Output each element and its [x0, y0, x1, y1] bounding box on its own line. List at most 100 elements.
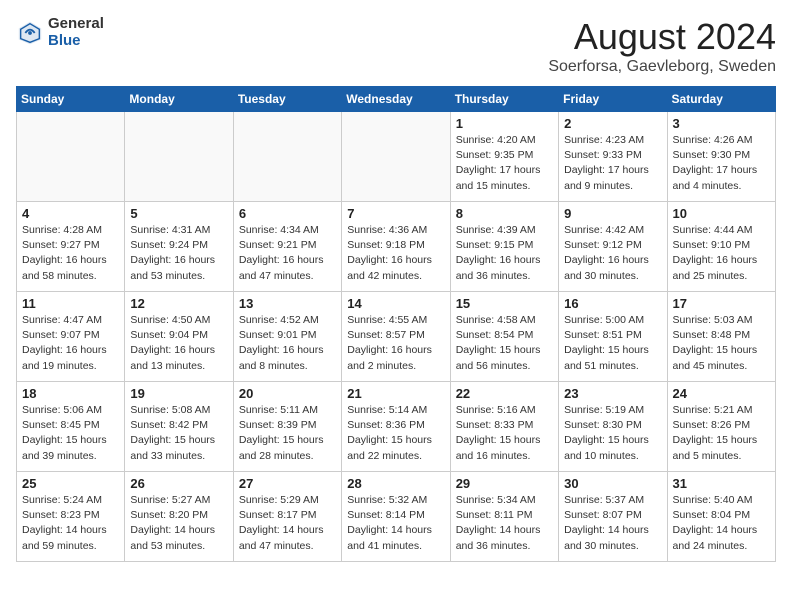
day-info: Sunrise: 4:55 AM Sunset: 8:57 PM Dayligh… [347, 313, 444, 374]
logo-text: General Blue [48, 16, 104, 49]
day-number: 11 [22, 296, 119, 311]
calendar-cell: 6Sunrise: 4:34 AM Sunset: 9:21 PM Daylig… [233, 202, 341, 292]
day-info: Sunrise: 4:23 AM Sunset: 9:33 PM Dayligh… [564, 133, 661, 194]
day-header-wednesday: Wednesday [342, 87, 450, 112]
calendar-cell: 28Sunrise: 5:32 AM Sunset: 8:14 PM Dayli… [342, 472, 450, 562]
day-header-friday: Friday [559, 87, 667, 112]
day-number: 7 [347, 206, 444, 221]
day-number: 4 [22, 206, 119, 221]
day-number: 1 [456, 116, 553, 131]
header: General Blue August 2024 Soerforsa, Gaev… [16, 16, 776, 76]
day-info: Sunrise: 4:52 AM Sunset: 9:01 PM Dayligh… [239, 313, 336, 374]
week-row-1: 1 Sunrise: 4:20 AM Sunset: 9:35 PM Daylig… [17, 112, 776, 202]
calendar-cell: 7 Sunrise: 4:36 AM Sunset: 9:18 PM Daylig… [342, 202, 450, 292]
day-info: Sunrise: 5:08 AM Sunset: 8:42 PM Dayligh… [130, 403, 227, 464]
calendar-cell: 15 Sunrise: 4:58 AM Sunset: 8:54 PM Dayli… [450, 292, 558, 382]
calendar-cell: 14 Sunrise: 4:55 AM Sunset: 8:57 PM Dayli… [342, 292, 450, 382]
calendar-cell: 20 Sunrise: 5:11 AM Sunset: 8:39 PM Dayli… [233, 382, 341, 472]
day-info: Sunrise: 5:16 AM Sunset: 8:33 PM Dayligh… [456, 403, 553, 464]
calendar-cell: 13 Sunrise: 4:52 AM Sunset: 9:01 PM Dayli… [233, 292, 341, 382]
week-row-3: 11 Sunrise: 4:47 AM Sunset: 9:07 PM Dayli… [17, 292, 776, 382]
calendar-cell: 11 Sunrise: 4:47 AM Sunset: 9:07 PM Dayli… [17, 292, 125, 382]
calendar-cell: 16Sunrise: 5:00 AM Sunset: 8:51 PM Dayli… [559, 292, 667, 382]
calendar-cell: 25 Sunrise: 5:24 AM Sunset: 8:23 PM Dayli… [17, 472, 125, 562]
day-info: Sunrise: 5:11 AM Sunset: 8:39 PM Dayligh… [239, 403, 336, 464]
day-info: Sunrise: 4:26 AM Sunset: 9:30 PM Dayligh… [673, 133, 770, 194]
day-info: Sunrise: 4:47 AM Sunset: 9:07 PM Dayligh… [22, 313, 119, 374]
week-row-5: 25 Sunrise: 5:24 AM Sunset: 8:23 PM Dayli… [17, 472, 776, 562]
logo-blue-text: Blue [48, 33, 104, 50]
calendar-cell: 30Sunrise: 5:37 AM Sunset: 8:07 PM Dayli… [559, 472, 667, 562]
day-info: Sunrise: 5:27 AM Sunset: 8:20 PM Dayligh… [130, 493, 227, 554]
location-title: Soerforsa, Gaevleborg, Sweden [548, 58, 776, 76]
day-number: 17 [673, 296, 770, 311]
calendar-cell: 9 Sunrise: 4:42 AM Sunset: 9:12 PM Daylig… [559, 202, 667, 292]
day-number: 25 [22, 476, 119, 491]
calendar-cell [125, 112, 233, 202]
day-info: Sunrise: 4:20 AM Sunset: 9:35 PM Dayligh… [456, 133, 553, 194]
day-info: Sunrise: 4:36 AM Sunset: 9:18 PM Dayligh… [347, 223, 444, 284]
day-number: 13 [239, 296, 336, 311]
calendar-cell: 5 Sunrise: 4:31 AM Sunset: 9:24 PM Daylig… [125, 202, 233, 292]
calendar-cell: 8 Sunrise: 4:39 AM Sunset: 9:15 PM Daylig… [450, 202, 558, 292]
day-info: Sunrise: 4:58 AM Sunset: 8:54 PM Dayligh… [456, 313, 553, 374]
calendar-cell: 21 Sunrise: 5:14 AM Sunset: 8:36 PM Dayli… [342, 382, 450, 472]
day-number: 10 [673, 206, 770, 221]
week-row-4: 18 Sunrise: 5:06 AM Sunset: 8:45 PM Dayli… [17, 382, 776, 472]
calendar-cell: 4Sunrise: 4:28 AM Sunset: 9:27 PM Daylig… [17, 202, 125, 292]
calendar-cell: 23Sunrise: 5:19 AM Sunset: 8:30 PM Dayli… [559, 382, 667, 472]
day-number: 15 [456, 296, 553, 311]
day-number: 26 [130, 476, 227, 491]
calendar-cell: 1 Sunrise: 4:20 AM Sunset: 9:35 PM Daylig… [450, 112, 558, 202]
day-info: Sunrise: 4:44 AM Sunset: 9:10 PM Dayligh… [673, 223, 770, 284]
day-info: Sunrise: 5:34 AM Sunset: 8:11 PM Dayligh… [456, 493, 553, 554]
day-number: 2 [564, 116, 661, 131]
day-info: Sunrise: 4:39 AM Sunset: 9:15 PM Dayligh… [456, 223, 553, 284]
week-row-2: 4Sunrise: 4:28 AM Sunset: 9:27 PM Daylig… [17, 202, 776, 292]
day-info: Sunrise: 5:19 AM Sunset: 8:30 PM Dayligh… [564, 403, 661, 464]
calendar-cell: 18 Sunrise: 5:06 AM Sunset: 8:45 PM Dayli… [17, 382, 125, 472]
logo: General Blue [16, 16, 104, 49]
day-number: 19 [130, 386, 227, 401]
day-info: Sunrise: 4:50 AM Sunset: 9:04 PM Dayligh… [130, 313, 227, 374]
day-number: 6 [239, 206, 336, 221]
calendar-cell: 2 Sunrise: 4:23 AM Sunset: 9:33 PM Daylig… [559, 112, 667, 202]
day-info: Sunrise: 5:40 AM Sunset: 8:04 PM Dayligh… [673, 493, 770, 554]
day-number: 21 [347, 386, 444, 401]
day-header-tuesday: Tuesday [233, 87, 341, 112]
day-header-saturday: Saturday [667, 87, 775, 112]
day-number: 31 [673, 476, 770, 491]
day-info: Sunrise: 4:31 AM Sunset: 9:24 PM Dayligh… [130, 223, 227, 284]
day-info: Sunrise: 5:21 AM Sunset: 8:26 PM Dayligh… [673, 403, 770, 464]
calendar-cell: 3 Sunrise: 4:26 AM Sunset: 9:30 PM Daylig… [667, 112, 775, 202]
month-title: August 2024 [548, 16, 776, 58]
day-number: 29 [456, 476, 553, 491]
day-info: Sunrise: 5:29 AM Sunset: 8:17 PM Dayligh… [239, 493, 336, 554]
logo-icon [16, 19, 44, 47]
day-info: Sunrise: 5:14 AM Sunset: 8:36 PM Dayligh… [347, 403, 444, 464]
day-header-thursday: Thursday [450, 87, 558, 112]
day-number: 9 [564, 206, 661, 221]
calendar-cell: 26 Sunrise: 5:27 AM Sunset: 8:20 PM Dayli… [125, 472, 233, 562]
title-section: August 2024 Soerforsa, Gaevleborg, Swede… [548, 16, 776, 76]
day-number: 22 [456, 386, 553, 401]
day-number: 14 [347, 296, 444, 311]
day-number: 27 [239, 476, 336, 491]
calendar-cell: 27 Sunrise: 5:29 AM Sunset: 8:17 PM Dayli… [233, 472, 341, 562]
day-header-monday: Monday [125, 87, 233, 112]
day-number: 8 [456, 206, 553, 221]
day-number: 30 [564, 476, 661, 491]
calendar-cell: 19 Sunrise: 5:08 AM Sunset: 8:42 PM Dayli… [125, 382, 233, 472]
day-info: Sunrise: 5:24 AM Sunset: 8:23 PM Dayligh… [22, 493, 119, 554]
calendar-cell: 24 Sunrise: 5:21 AM Sunset: 8:26 PM Dayli… [667, 382, 775, 472]
calendar-cell [342, 112, 450, 202]
day-number: 20 [239, 386, 336, 401]
day-info: Sunrise: 5:06 AM Sunset: 8:45 PM Dayligh… [22, 403, 119, 464]
day-number: 18 [22, 386, 119, 401]
day-number: 5 [130, 206, 227, 221]
day-info: Sunrise: 5:03 AM Sunset: 8:48 PM Dayligh… [673, 313, 770, 374]
day-info: Sunrise: 4:42 AM Sunset: 9:12 PM Dayligh… [564, 223, 661, 284]
day-number: 3 [673, 116, 770, 131]
calendar-cell: 29 Sunrise: 5:34 AM Sunset: 8:11 PM Dayli… [450, 472, 558, 562]
day-number: 24 [673, 386, 770, 401]
